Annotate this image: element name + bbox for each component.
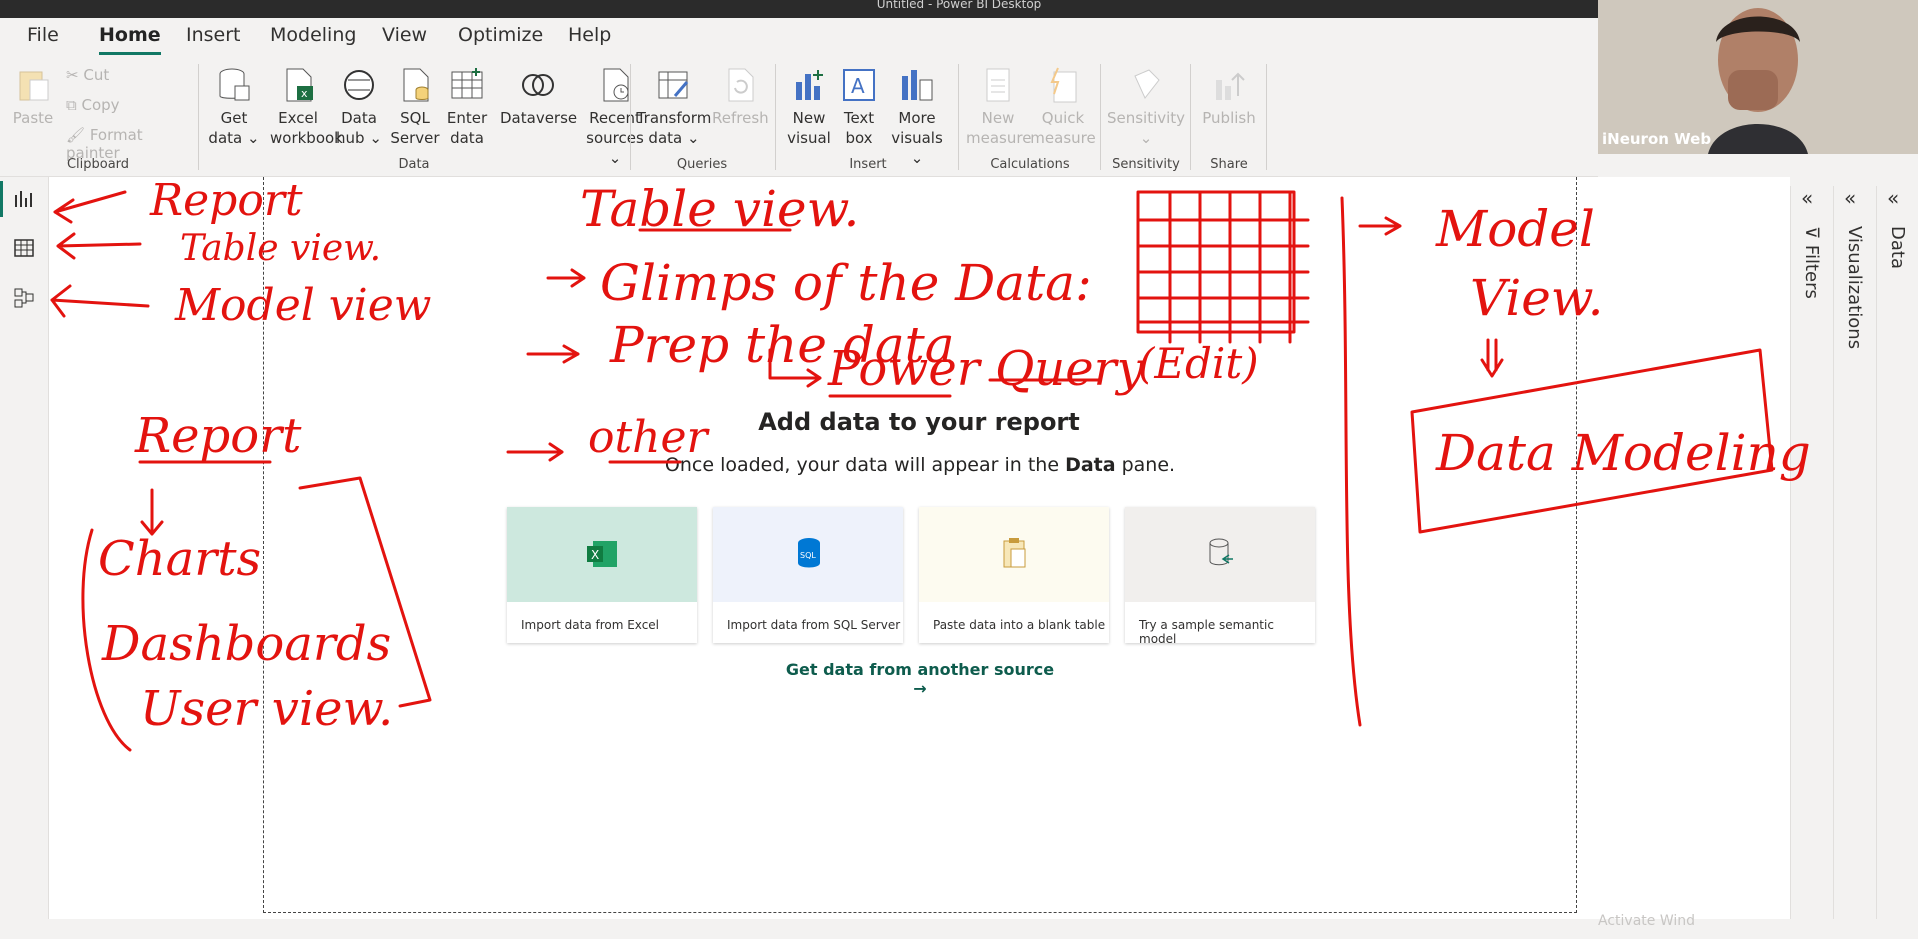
queries-label: Queries — [676, 157, 728, 172]
svg-text:SQL: SQL — [800, 551, 816, 560]
ribbon: Paste ✂ Cut ⧉ Copy 🖌 Format painter Clip… — [0, 58, 1598, 177]
insert-label: Insert — [849, 157, 887, 172]
data-group: Get data ⌄ x Excel workbook Data hub ⌄ SQL S… — [200, 58, 644, 176]
chart-icon — [796, 70, 823, 100]
filter-icon: ⊽ — [1801, 226, 1822, 245]
calculations-label: Calculations — [990, 157, 1070, 172]
add-data-subtitle: Once loaded, your data will appear in th… — [664, 454, 1176, 476]
card-label: Import data from SQL Server — [727, 618, 901, 632]
calculator-icon — [986, 68, 1010, 102]
sql-icon: SQL — [798, 538, 820, 568]
calculations-group: New measure Quick measure Calculations — [962, 58, 1098, 176]
active-view-indicator — [0, 181, 3, 217]
sample-model-icon — [1209, 538, 1233, 566]
filters-pane-label: ⊽ Filters — [1801, 226, 1822, 299]
excel-icon: x — [286, 68, 313, 102]
chevron-left-icon[interactable]: « — [1887, 186, 1899, 210]
quick-measure-icon — [1050, 67, 1077, 103]
quick-measure-button[interactable]: Quick measure — [1030, 66, 1096, 148]
card-label: Paste data into a blank table — [933, 618, 1106, 632]
sensitivity-label: Sensitivity — [1112, 157, 1180, 172]
recent-icon — [603, 68, 629, 102]
dataverse-icon — [522, 74, 554, 96]
share-group: Publish Share — [1194, 58, 1264, 176]
tab-help[interactable]: Help — [568, 24, 611, 46]
share-label: Share — [1210, 157, 1248, 172]
paste-button[interactable]: Paste — [10, 66, 56, 128]
transform-data-button[interactable]: Transform data ⌄ — [636, 66, 712, 148]
sensitivity-button[interactable]: Sensitivity ⌄ — [1106, 66, 1186, 148]
svg-text:X: X — [591, 548, 599, 562]
sensitivity-group: Sensitivity ⌄ Sensitivity — [1104, 58, 1188, 176]
sql-server-button[interactable]: SQL Server — [390, 66, 440, 148]
new-visual-button[interactable]: New visual — [784, 66, 834, 148]
table-icon — [451, 68, 483, 99]
new-measure-button[interactable]: New measure — [966, 66, 1031, 148]
paste-table-card[interactable]: Paste data into a blank table — [919, 507, 1109, 643]
transform-icon — [658, 71, 689, 99]
tab-home[interactable]: Home — [99, 24, 161, 55]
more-visuals-icon — [902, 70, 933, 101]
text-box-icon: A — [843, 69, 875, 101]
tab-view[interactable]: View — [382, 24, 427, 46]
insert-group: New visual A Text box More visuals ⌄ Insert — [778, 58, 958, 176]
chevron-left-icon[interactable]: « — [1801, 186, 1813, 210]
tab-optimize[interactable]: Optimize — [458, 24, 543, 46]
model-view-icon[interactable] — [12, 286, 36, 310]
chevron-left-icon[interactable]: « — [1844, 186, 1856, 210]
add-data-title: Add data to your report — [758, 408, 1080, 436]
report-view-icon[interactable] — [12, 187, 36, 211]
text-box-button[interactable]: A Text box — [836, 66, 882, 148]
svg-text:x: x — [301, 87, 308, 100]
data-pane-label: Data — [1887, 226, 1908, 269]
dataverse-button[interactable]: Dataverse — [500, 66, 577, 128]
refresh-button[interactable]: Refresh — [712, 66, 769, 128]
table-view-icon[interactable] — [12, 236, 36, 260]
import-sql-card[interactable]: SQL Import data from SQL Server — [713, 507, 903, 643]
queries-group: Transform data ⌄ Refresh Queries — [632, 58, 772, 176]
webcam-overlay: iNeuron Web — [1598, 0, 1918, 154]
data-hub-icon — [344, 70, 374, 100]
sample-model-card[interactable]: Try a sample semantic model — [1125, 507, 1315, 646]
publish-button[interactable]: Publish — [1198, 66, 1260, 128]
excel-icon: X — [587, 541, 617, 567]
import-excel-card[interactable]: X Import data from Excel — [507, 507, 697, 643]
ribbon-tabs: File Home Insert Modeling View Optimize … — [0, 18, 1598, 58]
data-label: Data — [398, 157, 430, 172]
activation-watermark: Activate Wind — [1598, 913, 1696, 929]
sql-icon — [403, 68, 429, 102]
sensitivity-icon — [1134, 69, 1160, 99]
enter-data-button[interactable]: Enter data — [440, 66, 494, 148]
refresh-icon — [728, 68, 754, 102]
cut-icon: ✂ — [66, 66, 84, 84]
clipboard-group: Paste ✂ Cut ⧉ Copy 🖌 Format painter Clip… — [0, 58, 196, 176]
more-visuals-button[interactable]: More visuals ⌄ — [884, 66, 950, 168]
data-hub-button[interactable]: Data hub ⌄ — [334, 66, 384, 148]
excel-workbook-button[interactable]: x Excel workbook — [270, 66, 343, 148]
clipboard-icon — [1003, 538, 1026, 568]
visualizations-pane-label: Visualizations — [1844, 226, 1865, 350]
presenter-name: iNeuron Web — [1602, 130, 1712, 148]
database-icon — [219, 68, 250, 101]
filters-pane-collapsed[interactable]: « ⊽ Filters — [1790, 186, 1833, 919]
view-switcher — [0, 177, 49, 919]
data-pane-collapsed[interactable]: « Data — [1876, 186, 1918, 919]
cut-button[interactable]: ✂ Cut — [66, 66, 109, 84]
tab-insert[interactable]: Insert — [186, 24, 241, 46]
brush-icon: 🖌 — [66, 126, 90, 144]
card-label: Import data from Excel — [521, 618, 660, 632]
card-label: Try a sample semantic model — [1139, 618, 1274, 646]
copy-button[interactable]: ⧉ Copy — [66, 96, 120, 114]
side-panes: « ⊽ Filters « Visualizations « Data — [1790, 146, 1918, 919]
svg-text:A: A — [851, 74, 865, 98]
tab-file[interactable]: File — [27, 24, 59, 46]
publish-icon — [1216, 72, 1245, 100]
visualizations-pane-collapsed[interactable]: « Visualizations — [1833, 186, 1876, 919]
get-data-button[interactable]: Get data ⌄ — [206, 66, 262, 148]
paste-icon — [19, 71, 49, 101]
copy-icon: ⧉ — [66, 96, 82, 114]
get-data-another-source-link[interactable]: Get data from another source → — [780, 660, 1060, 698]
clipboard-label: Clipboard — [66, 157, 130, 172]
tab-modeling[interactable]: Modeling — [270, 24, 356, 46]
